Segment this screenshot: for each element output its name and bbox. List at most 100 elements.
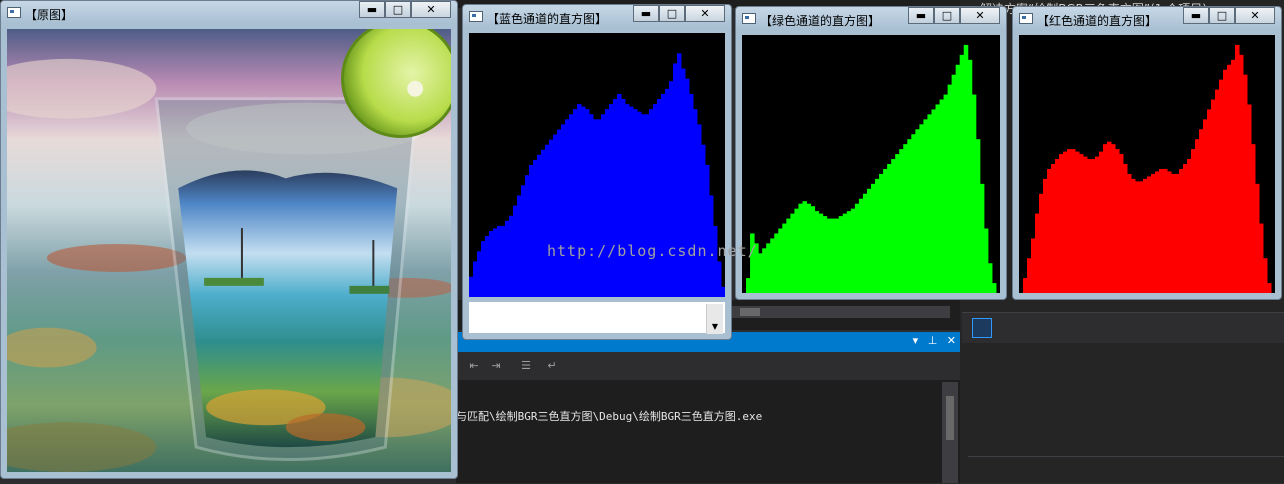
original-image xyxy=(7,29,451,472)
code-scroll-thumb[interactable] xyxy=(740,308,760,316)
window-title: 【蓝色通道的直方图】 xyxy=(487,12,608,26)
original-image-window[interactable]: 【原图】 ▬ □ ✕ xyxy=(0,0,458,479)
histogram-bin xyxy=(1227,64,1232,293)
histogram-bin xyxy=(955,64,961,293)
window-titlebar[interactable]: 【绿色通道的直方图】 ▬ □ ✕ xyxy=(736,7,1006,31)
histogram-bin xyxy=(1135,181,1140,293)
histogram-bin xyxy=(1215,89,1220,293)
maximize-button[interactable]: □ xyxy=(1209,7,1235,24)
window-titlebar[interactable]: 【蓝色通道的直方图】 ▬ □ ✕ xyxy=(463,5,731,29)
histogram-bin xyxy=(899,149,904,293)
histogram-bin xyxy=(1123,164,1128,293)
histogram-bin xyxy=(1187,159,1192,293)
histogram-bin xyxy=(895,154,900,293)
histogram-bin xyxy=(685,78,690,297)
categorized-view-button[interactable] xyxy=(972,318,992,338)
histogram-bin xyxy=(862,193,868,293)
output-scroll-thumb[interactable] xyxy=(946,396,954,440)
histogram-bin xyxy=(1175,173,1180,293)
histogram-bin xyxy=(1163,168,1168,293)
histogram-bin xyxy=(1031,238,1036,293)
close-button[interactable]: ✕ xyxy=(1235,7,1275,24)
histogram-bin xyxy=(838,216,844,293)
histogram-bin xyxy=(766,243,771,293)
histogram-bin xyxy=(806,203,812,293)
histogram-bin xyxy=(529,165,534,297)
histogram-bin xyxy=(951,74,957,293)
histogram-bin xyxy=(513,205,518,297)
histogram-bin xyxy=(493,228,498,297)
histogram-bin xyxy=(653,104,658,297)
minimize-button[interactable]: ▬ xyxy=(1183,7,1209,24)
histogram-bin xyxy=(1091,159,1096,293)
window-app-icon xyxy=(1019,13,1033,24)
histogram-bin xyxy=(1047,168,1052,293)
window-titlebar[interactable]: 【原图】 ▬ □ ✕ xyxy=(1,1,457,25)
red-histogram-canvas xyxy=(1019,35,1275,293)
histogram-bin xyxy=(911,134,916,293)
console-scrollbar[interactable]: ▼ xyxy=(706,304,723,334)
histogram-bin xyxy=(473,261,478,297)
histogram-bin xyxy=(1239,54,1244,293)
histogram-bin xyxy=(1079,154,1084,293)
pin-icon[interactable]: ⊥ xyxy=(928,334,938,347)
green-histogram-window[interactable]: 【绿色通道的直方图】 ▬ □ ✕ xyxy=(735,6,1007,300)
histogram-bin xyxy=(517,195,522,297)
prev-message-icon[interactable]: ⇤ xyxy=(466,358,482,374)
minimize-button[interactable]: ▬ xyxy=(633,5,659,22)
next-message-icon[interactable]: ⇥ xyxy=(488,358,504,374)
maximize-button[interactable]: □ xyxy=(385,1,411,18)
histogram-bin xyxy=(887,164,892,293)
window-app-icon xyxy=(742,13,756,24)
minimize-button[interactable]: ▬ xyxy=(908,7,934,24)
word-wrap-icon[interactable]: ↵ xyxy=(544,358,560,374)
maximize-button[interactable]: □ xyxy=(659,5,685,22)
histogram-bin xyxy=(577,104,582,297)
histogram-bin xyxy=(509,215,514,297)
histogram-bin xyxy=(842,213,848,293)
blue-histogram-window[interactable]: 【蓝色通道的直方图】 ▬ □ ✕ ▼ xyxy=(462,4,732,340)
histogram-bin xyxy=(533,159,538,297)
close-icon[interactable]: ✕ xyxy=(947,334,956,347)
window-titlebar[interactable]: 【红色通道的直方图】 ▬ □ ✕ xyxy=(1013,7,1281,31)
code-horizontal-scrollbar[interactable] xyxy=(732,306,950,318)
histogram-bin xyxy=(959,54,965,293)
property-pages-button[interactable] xyxy=(1024,318,1044,338)
dropdown-icon[interactable]: ▾ xyxy=(913,334,919,347)
close-button[interactable]: ✕ xyxy=(411,1,451,18)
histogram-bin xyxy=(1243,74,1248,293)
histogram-bin xyxy=(758,253,763,293)
histogram-bin xyxy=(497,225,502,297)
histogram-bin xyxy=(565,119,570,297)
histogram-bin xyxy=(943,94,949,293)
histogram-bin xyxy=(481,241,486,297)
clear-all-icon[interactable]: ☰ xyxy=(518,358,534,374)
histogram-bin xyxy=(1267,283,1272,293)
close-button[interactable]: ✕ xyxy=(960,7,1000,24)
close-button[interactable]: ✕ xyxy=(685,5,725,22)
red-histogram-window[interactable]: 【红色通道的直方图】 ▬ □ ✕ xyxy=(1012,6,1282,300)
histogram-bin xyxy=(1095,156,1100,293)
histogram-bin xyxy=(746,278,751,293)
histogram-bin xyxy=(850,208,856,293)
output-titlebar-controls: ▾ ⊥ ✕ xyxy=(907,334,956,347)
alphabetical-sort-button[interactable] xyxy=(996,318,1016,338)
histogram-bin xyxy=(1075,151,1080,293)
histogram-bin xyxy=(721,286,725,297)
histogram-bin xyxy=(1251,144,1256,293)
histogram-bin xyxy=(1195,139,1200,293)
histogram-bin xyxy=(762,248,767,293)
histogram-bin xyxy=(971,94,977,293)
histogram-bin xyxy=(609,104,614,297)
histogram-bin xyxy=(1219,79,1224,293)
histogram-bin xyxy=(1199,129,1204,293)
histogram-bin xyxy=(1207,109,1212,293)
maximize-button[interactable]: □ xyxy=(934,7,960,24)
histogram-bin xyxy=(593,119,598,297)
histogram-bin xyxy=(1211,99,1216,293)
minimize-button[interactable]: ▬ xyxy=(359,1,385,18)
histogram-bin xyxy=(1247,104,1252,293)
histogram-bin xyxy=(537,154,542,297)
histogram-bin xyxy=(1107,141,1112,293)
histogram-bin xyxy=(1179,168,1184,293)
